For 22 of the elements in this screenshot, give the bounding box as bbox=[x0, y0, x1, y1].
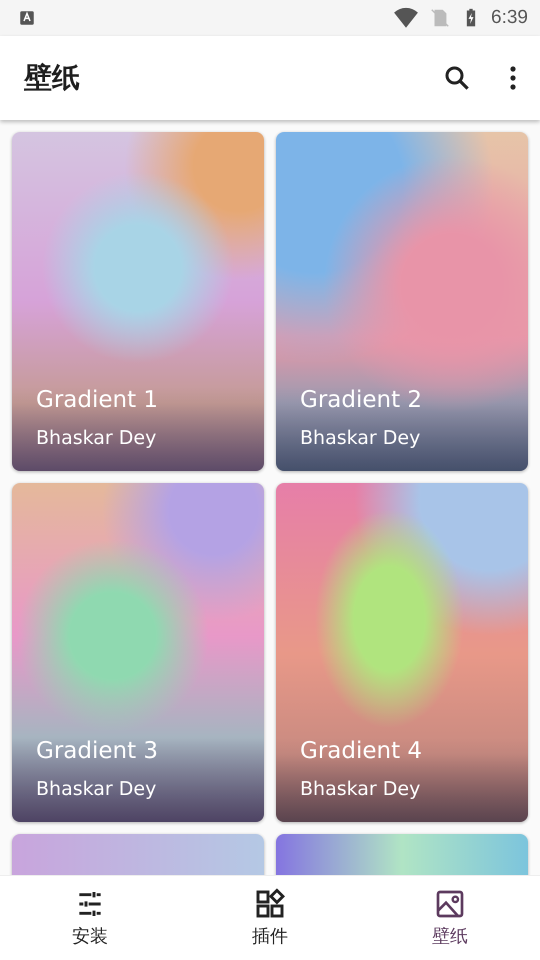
wallpaper-title: Gradient 4 bbox=[300, 738, 424, 764]
app-bar-title: 壁纸 bbox=[24, 60, 81, 96]
wallpaper-card[interactable]: Gradient 2 Bhaskar Dey bbox=[276, 132, 528, 471]
wallpaper-author: Bhaskar Dey bbox=[36, 778, 158, 800]
more-icon bbox=[508, 65, 518, 91]
no-sim-icon bbox=[429, 7, 452, 29]
nav-tab[interactable]: 插件 bbox=[180, 876, 360, 960]
nav-tab[interactable]: 安装 bbox=[0, 876, 180, 960]
wallpaper-card[interactable]: Gradient 3 Bhaskar Dey bbox=[12, 483, 264, 822]
wallpaper-title: Gradient 1 bbox=[36, 387, 160, 413]
wallpaper-title: Gradient 3 bbox=[36, 738, 160, 764]
wallpaper-card[interactable]: Gradient 4 Bhaskar Dey bbox=[276, 483, 528, 822]
wallpaper-title: Gradient 2 bbox=[300, 387, 424, 413]
nav-tab[interactable]: 壁纸 bbox=[360, 876, 540, 960]
shapes-icon bbox=[254, 888, 286, 920]
wallpaper-author: Bhaskar Dey bbox=[36, 427, 158, 449]
image-icon bbox=[434, 888, 466, 920]
wallpaper-card[interactable]: Gradient 1 Bhaskar Dey bbox=[12, 132, 264, 471]
wallpaper-author: Bhaskar Dey bbox=[300, 778, 422, 800]
status-time: 6:39 bbox=[491, 7, 528, 29]
keyboard-icon bbox=[18, 9, 36, 27]
wallpaper-author: Bhaskar Dey bbox=[300, 427, 422, 449]
